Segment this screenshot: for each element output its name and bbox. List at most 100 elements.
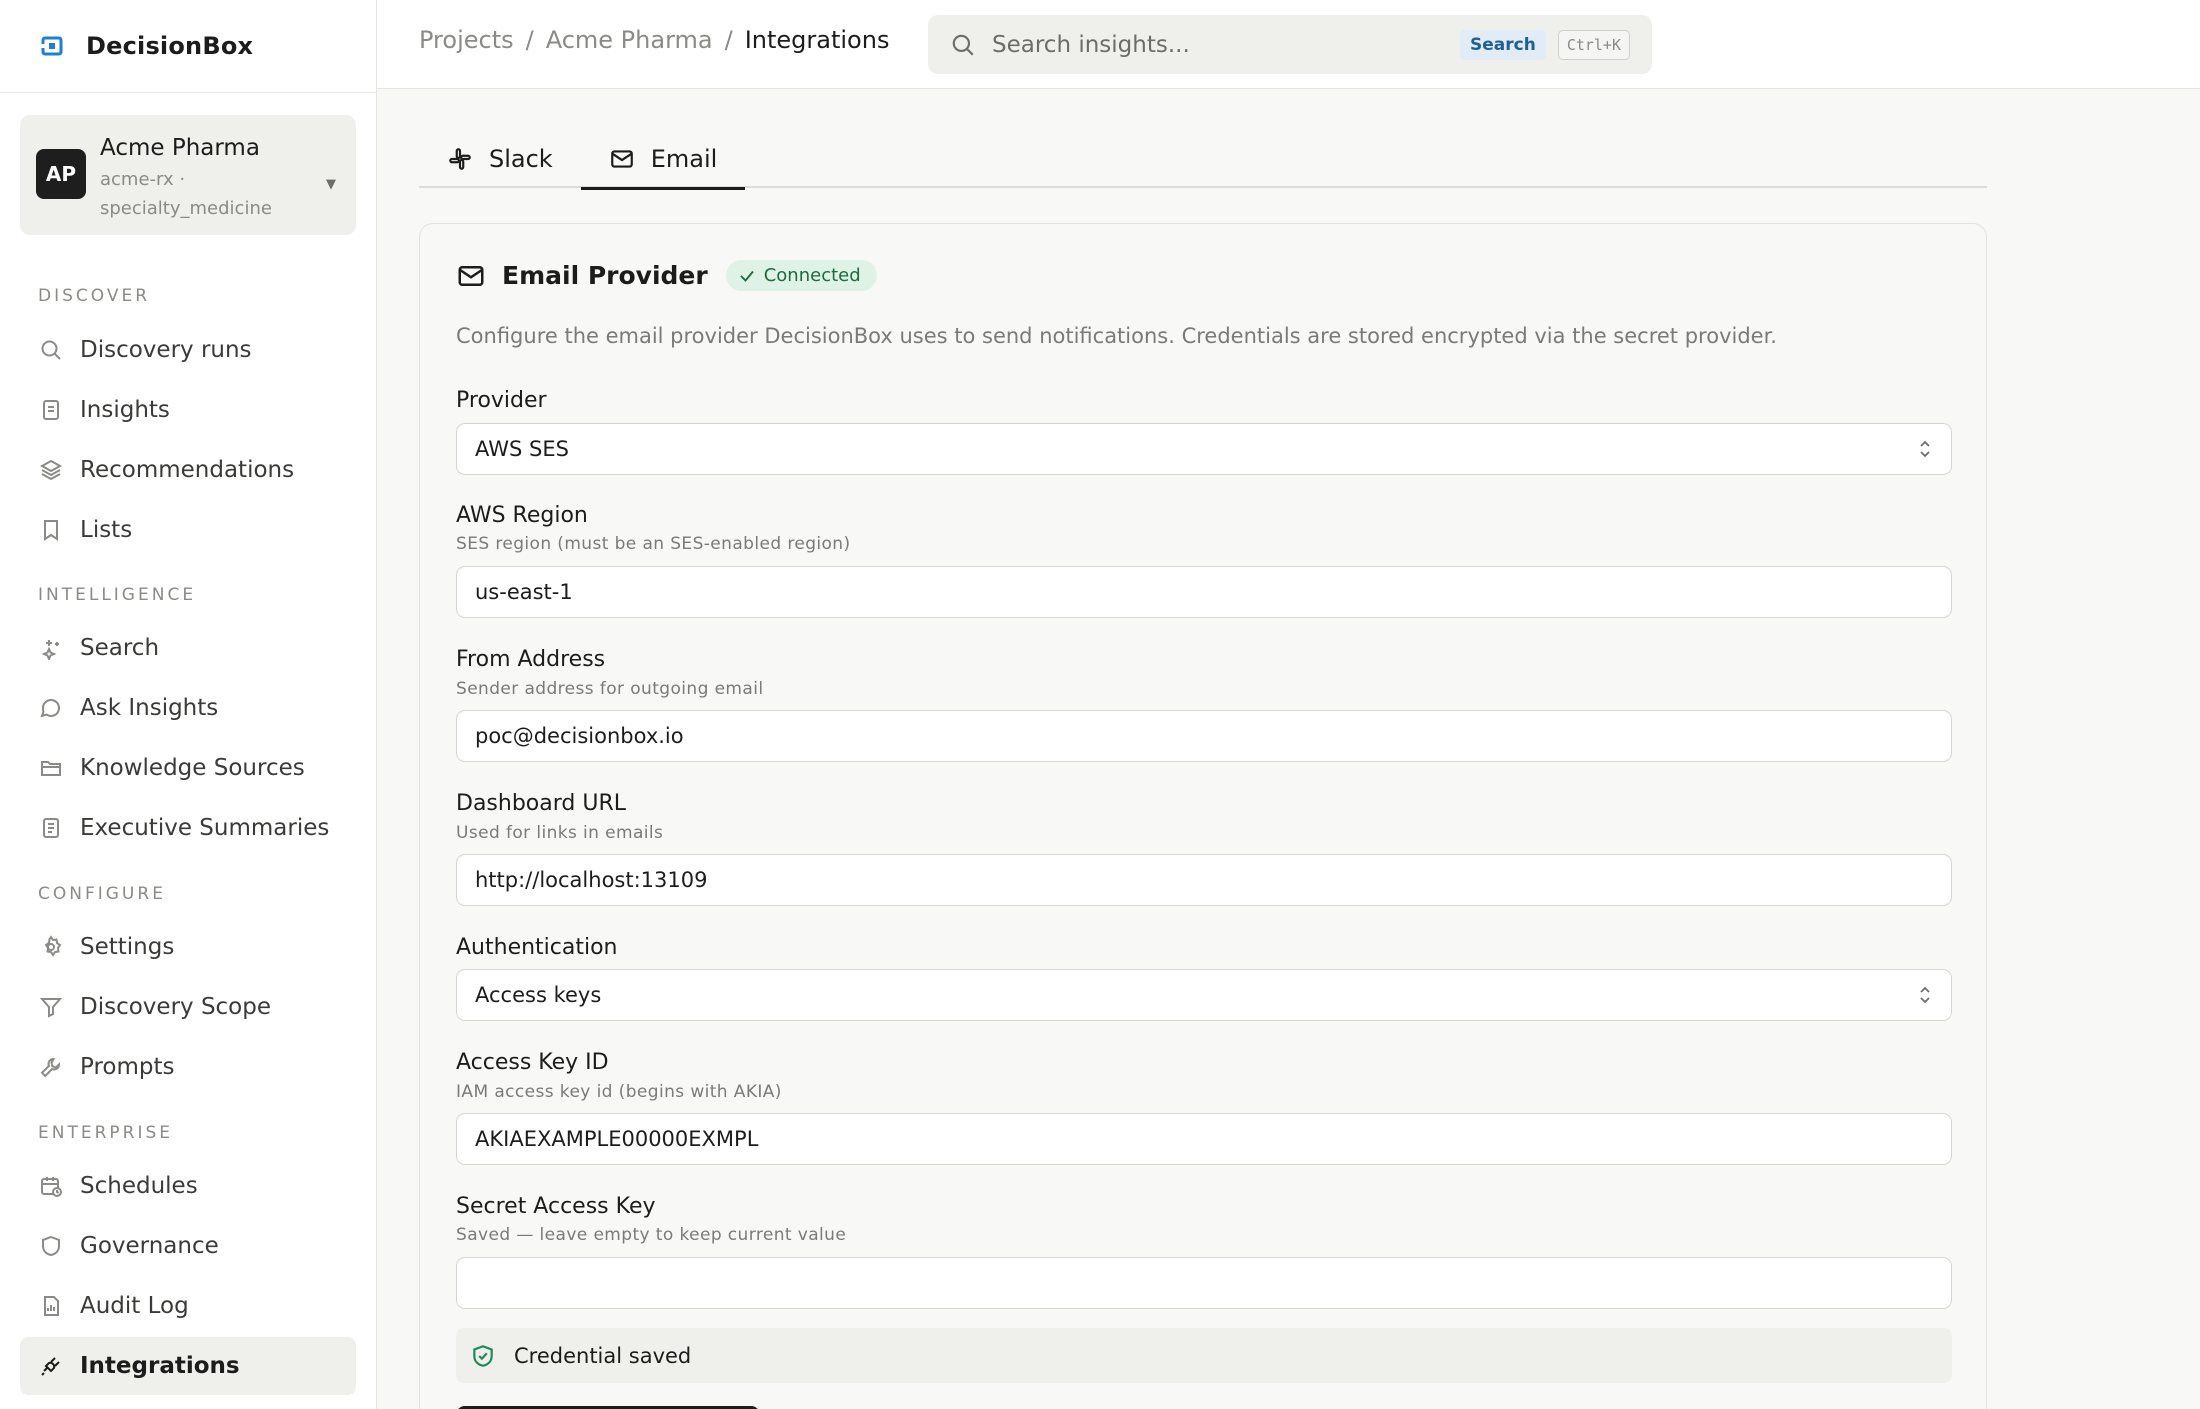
sidebar-item-integrations[interactable]: Integrations: [20, 1337, 356, 1395]
authentication-value: Access keys: [475, 983, 602, 1007]
nav-section-enterprise: ENTERPRISE: [38, 1123, 174, 1143]
sidebar-item-label: Schedules: [80, 1173, 198, 1199]
card-description: Configure the email provider DecisionBox…: [456, 324, 1777, 348]
chevron-down-icon: ▼: [326, 177, 336, 192]
email-provider-card: Email Provider Connected Configure the e…: [419, 223, 1987, 1409]
nav-section-discover: DISCOVER: [38, 286, 151, 306]
report-icon: [38, 815, 64, 841]
sidebar-item-governance[interactable]: Governance: [20, 1217, 356, 1275]
nav-section-intelligence: INTELLIGENCE: [38, 585, 197, 605]
provider-label: Provider: [456, 388, 547, 413]
provider-select[interactable]: AWS SES: [456, 423, 1952, 475]
file-chart-icon: [38, 1293, 64, 1319]
breadcrumb: Projects / Acme Pharma / Integrations: [419, 26, 889, 54]
sidebar-item-schedules[interactable]: Schedules: [20, 1157, 356, 1215]
credential-saved-banner: Credential saved: [456, 1328, 1952, 1383]
sidebar-item-label: Search: [80, 635, 160, 661]
sidebar-item-lists[interactable]: Lists: [20, 501, 356, 559]
chevron-up-down-icon: [1920, 986, 1930, 1004]
project-subtitle: acme-rx · specialty_medicine: [100, 169, 272, 219]
document-icon: [38, 397, 64, 423]
provider-value: AWS SES: [475, 437, 569, 461]
breadcrumb-projects[interactable]: Projects: [419, 26, 514, 54]
search-icon: [38, 337, 64, 363]
access-key-hint: IAM access key id (begins with AKIA): [456, 1082, 782, 1102]
sidebar-item-discovery-scope[interactable]: Discovery Scope: [20, 978, 356, 1036]
sidebar-item-label: Prompts: [80, 1054, 175, 1080]
breadcrumb-separator: /: [525, 26, 534, 54]
sidebar-item-ask-insights[interactable]: Ask Insights: [20, 679, 356, 737]
region-label: AWS Region: [456, 503, 588, 528]
sidebar-item-recommendations[interactable]: Recommendations: [20, 441, 356, 499]
secret-key-input[interactable]: [456, 1257, 1952, 1309]
decisionbox-logo-icon: [40, 36, 63, 56]
region-input[interactable]: [456, 566, 1952, 618]
sidebar-item-search[interactable]: Search: [20, 619, 356, 677]
gear-icon: [38, 934, 64, 960]
sidebar-item-label: Lists: [80, 517, 133, 543]
card-title: Email Provider: [502, 261, 708, 290]
breadcrumb-project[interactable]: Acme Pharma: [546, 26, 713, 54]
secret-key-hint: Saved — leave empty to keep current valu…: [456, 1225, 847, 1245]
search-input[interactable]: Search insights... Search Ctrl+K: [928, 15, 1652, 74]
dashboard-url-input[interactable]: [456, 854, 1952, 906]
check-icon: [740, 270, 754, 282]
region-hint: SES region (must be an SES-enabled regio…: [456, 534, 851, 554]
app-name: DecisionBox: [86, 32, 254, 60]
sidebar-item-label: Discovery Scope: [80, 994, 272, 1020]
project-info: Acme Pharma acme-rx · specialty_medicine: [100, 133, 326, 223]
dashboard-url-hint: Used for links in emails: [456, 823, 664, 843]
sidebar-item-executive-summaries[interactable]: Executive Summaries: [20, 799, 356, 857]
tab-label: Slack: [489, 145, 553, 173]
sidebar-item-insights[interactable]: Insights: [20, 381, 356, 439]
shield-icon: [38, 1233, 64, 1259]
access-key-label: Access Key ID: [456, 1050, 609, 1075]
from-address-hint: Sender address for outgoing email: [456, 679, 764, 699]
tab-slack[interactable]: Slack: [419, 130, 581, 188]
secret-key-label: Secret Access Key: [456, 1194, 656, 1219]
tab-email[interactable]: Email: [580, 130, 746, 190]
integration-tabs: Slack Email: [419, 130, 1987, 190]
sidebar-item-label: Audit Log: [80, 1293, 189, 1319]
card-header: Email Provider Connected: [456, 260, 877, 291]
search-placeholder: Search insights...: [992, 31, 1190, 58]
sidebar-item-label: Ask Insights: [80, 695, 219, 721]
project-switcher[interactable]: AP Acme Pharma acme-rx · specialty_medic…: [20, 115, 356, 235]
breadcrumb-current: Integrations: [744, 26, 890, 54]
search-button[interactable]: Search: [1460, 29, 1546, 60]
sidebar-item-label: Integrations: [80, 1353, 240, 1379]
sidebar-item-prompts[interactable]: Prompts: [20, 1038, 356, 1096]
search-icon: [952, 34, 974, 56]
from-address-input[interactable]: [456, 710, 1952, 762]
authentication-select[interactable]: Access keys: [456, 969, 1952, 1021]
authentication-label: Authentication: [456, 935, 618, 960]
mail-icon: [610, 150, 633, 168]
chevron-up-down-icon: [1920, 440, 1930, 458]
sidebar-item-label: Knowledge Sources: [80, 755, 305, 781]
sidebar-item-label: Recommendations: [80, 457, 295, 483]
sidebar-item-label: Discovery runs: [80, 337, 252, 363]
status-text: Connected: [763, 265, 861, 286]
sidebar-item-audit-log[interactable]: Audit Log: [20, 1277, 356, 1335]
from-address-label: From Address: [456, 647, 606, 672]
sidebar-item-knowledge-sources[interactable]: Knowledge Sources: [20, 739, 356, 797]
dashboard-url-label: Dashboard URL: [456, 791, 626, 816]
sidebar-item-label: Executive Summaries: [80, 815, 330, 841]
calendar-clock-icon: [38, 1173, 64, 1199]
sidebar-item-discovery-runs[interactable]: Discovery runs: [20, 321, 356, 379]
credential-saved-text: Credential saved: [514, 1343, 692, 1368]
sidebar-item-settings[interactable]: Settings: [20, 918, 356, 976]
shield-check-icon: [473, 1344, 493, 1367]
topbar: Projects / Acme Pharma / Integrations Se…: [377, 0, 2200, 89]
sparkles-icon: [38, 635, 64, 661]
filter-icon: [38, 994, 64, 1020]
brand[interactable]: DecisionBox: [0, 0, 376, 93]
keyboard-shortcut: Ctrl+K: [1557, 29, 1630, 60]
project-avatar: AP: [36, 149, 86, 199]
sidebar-item-label: Insights: [80, 397, 170, 423]
sidebar-item-label: Settings: [80, 934, 175, 960]
sidebar: DecisionBox AP Acme Pharma acme-rx · spe…: [0, 0, 377, 1409]
access-key-input[interactable]: [456, 1113, 1952, 1165]
folder-icon: [38, 755, 64, 781]
bookmark-icon: [38, 517, 64, 543]
